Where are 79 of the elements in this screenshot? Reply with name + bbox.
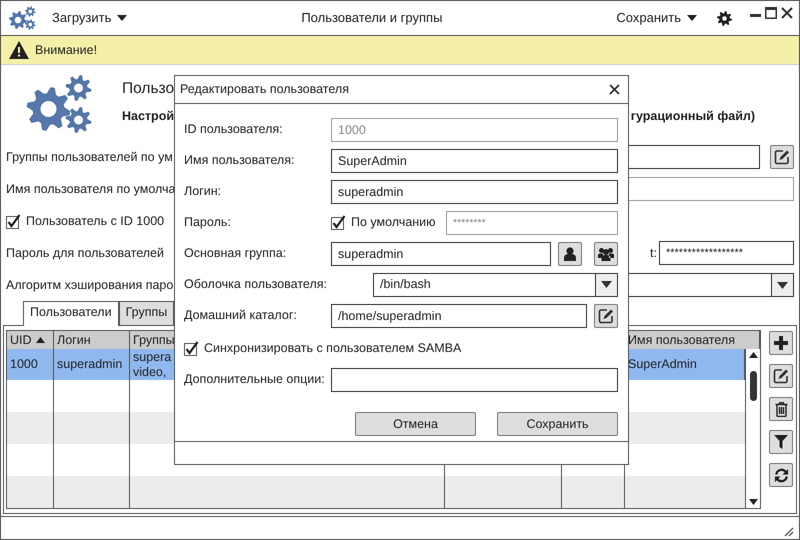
users-icon xyxy=(598,246,614,260)
caret-icon xyxy=(687,15,697,21)
input-field[interactable]: superadmin xyxy=(331,180,618,204)
dropdown-caret-icon[interactable] xyxy=(601,281,612,288)
refresh-icon xyxy=(774,468,788,482)
checkbox-label: Пользователь с ID 1000 xyxy=(26,214,164,228)
dropdown-caret-icon[interactable] xyxy=(777,282,788,288)
field-label: Основная группа: xyxy=(184,246,288,261)
field-label: Логин: xyxy=(184,184,222,199)
field-label: Пароль: xyxy=(184,215,232,230)
scroll-up-icon[interactable] xyxy=(748,352,758,358)
edit-button[interactable] xyxy=(769,364,793,388)
table-cell: superadmin xyxy=(54,349,130,380)
edit-button[interactable] xyxy=(770,145,794,169)
close-icon[interactable] xyxy=(609,84,620,95)
edit-icon xyxy=(773,368,789,384)
input-field[interactable]: /home/superadmin xyxy=(331,304,587,328)
setting-label: Группы пользователей по ум xyxy=(6,150,173,164)
table-cell: supera xyxy=(133,350,172,364)
input-field[interactable] xyxy=(331,368,618,392)
input-field[interactable]: superadmin xyxy=(331,242,551,266)
window-title: Пользователи и группы xyxy=(300,10,444,26)
page-heading: Пользо xyxy=(122,80,174,99)
plus-icon xyxy=(774,336,788,350)
setting-label: Алгоритм хэширования паро xyxy=(6,278,174,292)
password-field[interactable]: ****************** xyxy=(658,241,794,265)
checkbox[interactable] xyxy=(184,341,199,356)
refresh-button[interactable] xyxy=(769,463,793,487)
field-label: ID пользователя: xyxy=(184,122,284,137)
input-field[interactable]: SuperAdmin xyxy=(331,148,618,172)
user-icon xyxy=(564,246,576,260)
table-cell: 1000 xyxy=(7,349,54,380)
close-icon[interactable] xyxy=(781,7,793,19)
maximize-icon[interactable] xyxy=(765,7,777,19)
scrollbar[interactable] xyxy=(745,349,760,508)
caret-icon xyxy=(117,15,128,21)
checkbox[interactable] xyxy=(6,214,21,228)
field-label: Дополнительные опции: xyxy=(184,372,326,387)
input-field[interactable] xyxy=(626,145,760,169)
scroll-down-icon[interactable] xyxy=(748,499,758,505)
page-subheading: гурационный файл) xyxy=(630,108,755,124)
save-menu[interactable]: Сохранить xyxy=(616,10,697,26)
column-header[interactable]: UID xyxy=(7,331,54,349)
gears-icon xyxy=(26,75,93,133)
column-header[interactable]: Логин xyxy=(54,331,130,349)
checkbox-label: По умолчанию xyxy=(351,215,436,230)
setting-label: Имя пользователя по умолча xyxy=(6,182,176,196)
resize-grip-icon[interactable] xyxy=(784,527,794,537)
tab[interactable]: Группы xyxy=(118,301,174,325)
scroll-thumb[interactable] xyxy=(750,371,756,401)
field-label: Имя пользователя: xyxy=(184,153,296,168)
group-button[interactable] xyxy=(594,242,618,266)
filter-icon xyxy=(774,435,788,449)
trash-icon xyxy=(774,402,788,416)
settings-icon[interactable] xyxy=(717,10,732,26)
edit-icon xyxy=(598,308,614,324)
dialog-button[interactable]: Сохранить xyxy=(497,412,618,436)
gears-icon xyxy=(9,6,36,30)
field-label: t: xyxy=(650,246,657,260)
edit-button[interactable] xyxy=(594,304,618,328)
dialog-button[interactable]: Отмена xyxy=(355,412,476,436)
field-label: Домашний каталог: xyxy=(184,308,298,323)
load-menu[interactable]: Загрузить xyxy=(52,10,128,26)
alert-text: Внимание! xyxy=(35,42,98,58)
checkbox-label: Синхронизировать с пользователем SAMBA xyxy=(204,341,462,356)
delete-button[interactable] xyxy=(769,397,793,421)
add-button[interactable] xyxy=(769,331,793,355)
dialog-title: Редактировать пользователя xyxy=(180,82,349,97)
field-label: Оболочка пользователя: xyxy=(184,277,328,292)
user-button[interactable] xyxy=(558,242,582,266)
warning-icon xyxy=(9,41,29,59)
setting-label: Пароль для пользователей xyxy=(6,246,164,260)
edit-icon xyxy=(774,149,790,165)
page-subheading: Настрой xyxy=(122,108,174,124)
filter-button[interactable] xyxy=(769,430,793,454)
table-cell: video, xyxy=(133,364,166,379)
dropdown[interactable]: /bin/bash xyxy=(373,272,618,296)
tab[interactable]: Пользователи xyxy=(23,301,119,326)
dropdown[interactable] xyxy=(626,273,794,297)
